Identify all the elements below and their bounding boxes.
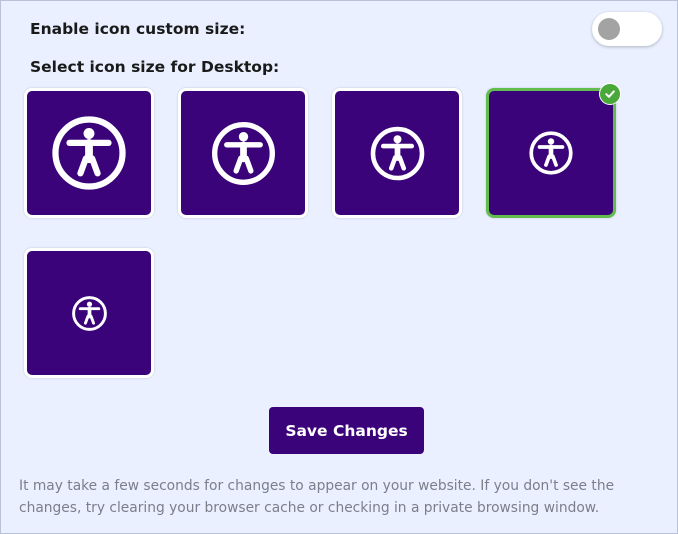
icon-size-option-3[interactable] bbox=[332, 88, 462, 218]
icon-size-settings-panel: Enable icon custom size: Select icon siz… bbox=[0, 0, 678, 534]
toggle-knob bbox=[598, 18, 620, 40]
accessibility-icon bbox=[210, 120, 277, 187]
accessibility-icon bbox=[528, 130, 574, 176]
save-changes-button[interactable]: Save Changes bbox=[269, 407, 424, 454]
icon-size-option-1[interactable] bbox=[24, 88, 154, 218]
custom-size-toggle[interactable] bbox=[592, 12, 662, 46]
accessibility-icon bbox=[71, 295, 108, 332]
desktop-size-label: Select icon size for Desktop: bbox=[30, 58, 280, 76]
custom-size-toggle-label: Enable icon custom size: bbox=[30, 20, 246, 38]
icon-size-option-2[interactable] bbox=[178, 88, 308, 218]
cache-hint-text: It may take a few seconds for changes to… bbox=[19, 478, 615, 516]
icon-size-option-5[interactable] bbox=[24, 248, 154, 378]
icon-size-option-4[interactable] bbox=[486, 88, 616, 218]
accessibility-icon bbox=[369, 125, 426, 182]
accessibility-icon bbox=[50, 114, 128, 192]
checkmark-icon bbox=[599, 83, 621, 105]
